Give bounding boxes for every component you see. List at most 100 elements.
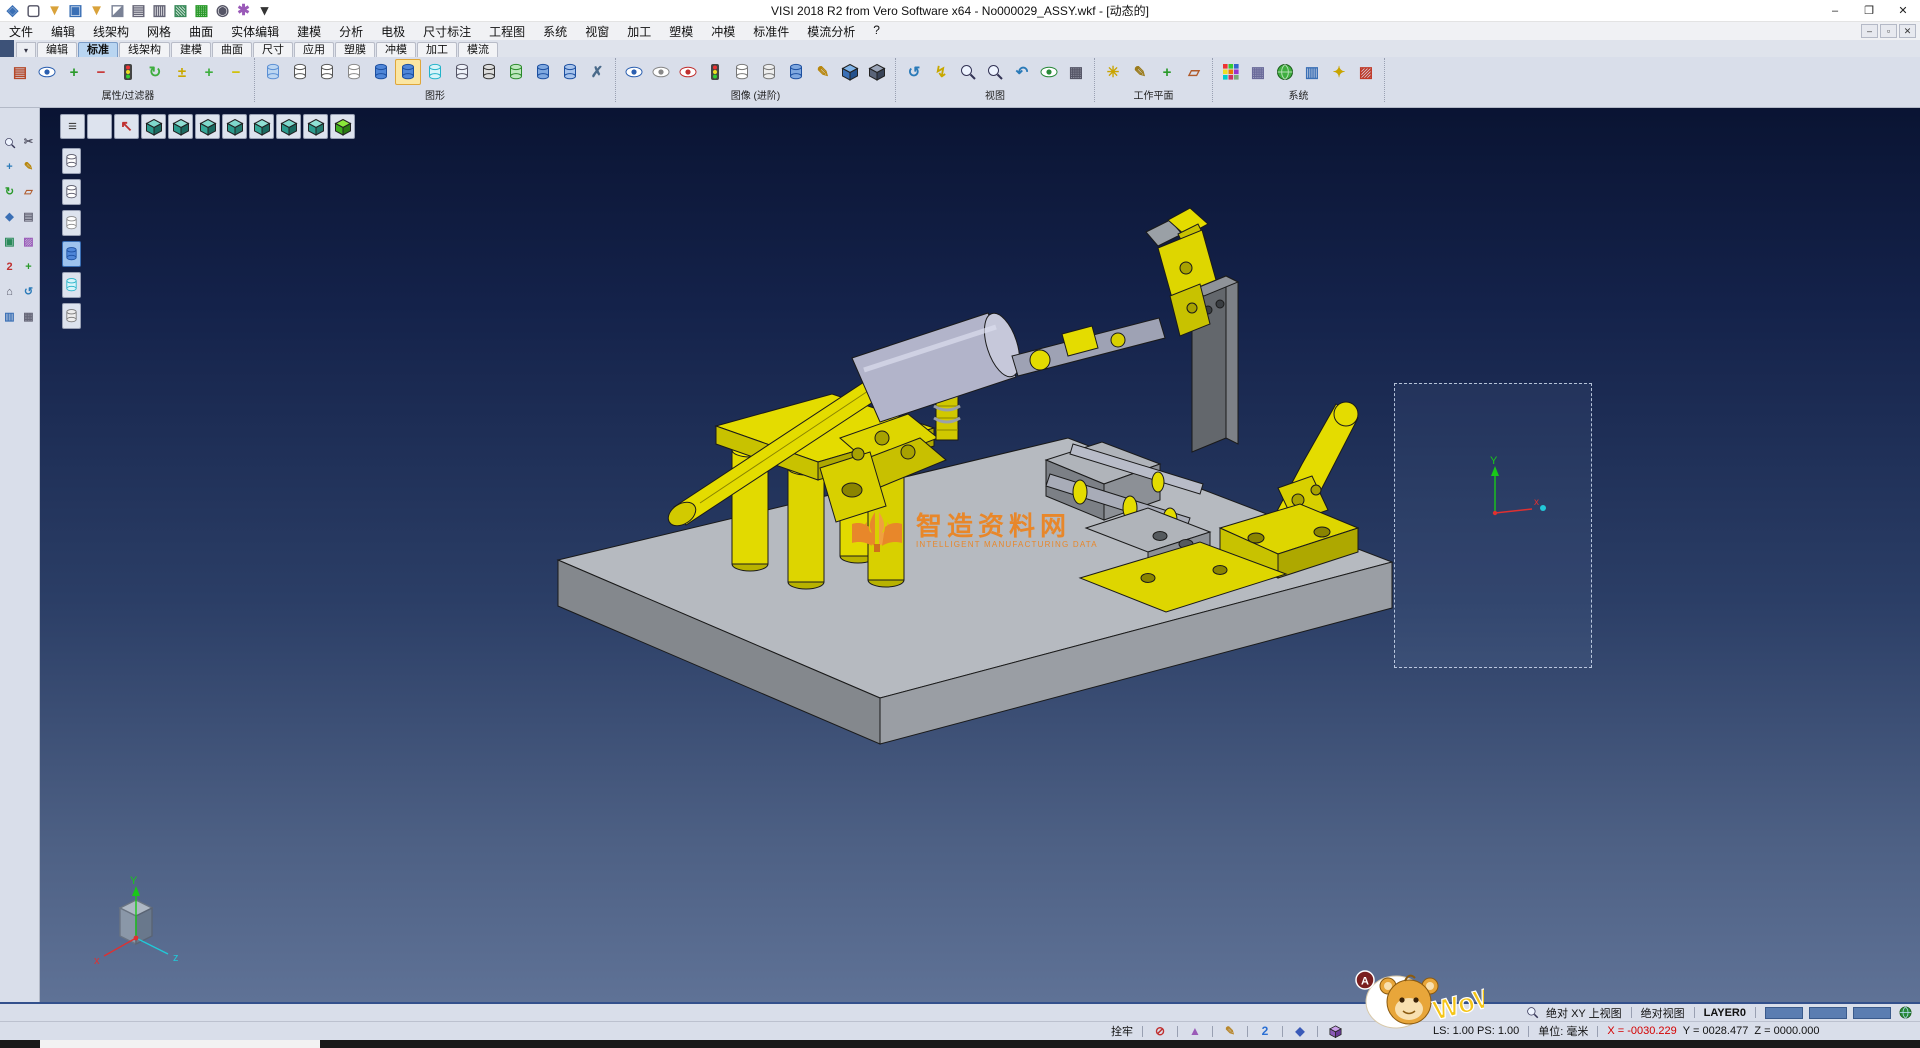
menu-item-7[interactable]: 分析 [330, 23, 372, 40]
arrow-cylinder-icon[interactable] [783, 59, 809, 85]
menu-item-9[interactable]: 尺寸标注 [414, 23, 480, 40]
menu-item-11[interactable]: 系统 [534, 23, 576, 40]
trim-icon[interactable]: ✂ [20, 134, 37, 151]
advanced-hide-icon[interactable] [648, 59, 674, 85]
rendered-view-icon[interactable] [260, 59, 286, 85]
pick-hand-icon[interactable]: ✦ [1326, 59, 1352, 85]
view-menu-icon[interactable]: ≡ [60, 114, 85, 139]
shaded-view-cube-icon[interactable] [330, 114, 355, 139]
match-properties-icon[interactable] [34, 59, 60, 85]
color-swatch-block[interactable] [1765, 1007, 1803, 1019]
ribbon-tab-2[interactable]: 线架构 [119, 42, 170, 57]
view-orientation-field[interactable]: 绝对 XY 上视图 [1543, 1005, 1625, 1021]
edit-image-icon[interactable]: ✎ [810, 59, 836, 85]
system-tools-icon[interactable] [1272, 59, 1298, 85]
line-style-block[interactable] [1809, 1007, 1847, 1019]
help-2-icon[interactable]: 2 [1254, 1023, 1276, 1039]
menu-item-3[interactable]: 网格 [138, 23, 180, 40]
layers-icon[interactable]: ▥ [1, 309, 18, 326]
mesh-icon[interactable]: ▨ [20, 234, 37, 251]
display-shaded-icon[interactable] [62, 241, 81, 267]
front-view-cube-icon[interactable] [195, 114, 220, 139]
ribbon-tab-0[interactable]: 编辑 [37, 42, 77, 57]
bottom-view-cube-icon[interactable] [303, 114, 328, 139]
wireframe-cylinder-icon[interactable] [287, 59, 313, 85]
hidden-line-cylinder-icon[interactable] [314, 59, 340, 85]
menu-item-1[interactable]: 编辑 [42, 23, 84, 40]
blank-view-icon[interactable] [87, 114, 112, 139]
ribbon-tab-5[interactable]: 尺寸 [253, 42, 293, 57]
shaded-cylinder-icon[interactable] [368, 59, 394, 85]
plane-icon[interactable]: ▱ [20, 184, 37, 201]
advanced-isolate-icon[interactable] [675, 59, 701, 85]
menu-item-8[interactable]: 电极 [372, 23, 414, 40]
globe-icon[interactable] [1894, 1005, 1916, 1021]
dark-cube-icon[interactable] [864, 59, 890, 85]
tab-dropdown-button[interactable]: ▾ [16, 42, 36, 57]
open-file-icon[interactable]: ▼ [45, 2, 64, 19]
chisel-tool-icon[interactable]: ✎ [1219, 1023, 1241, 1039]
right-view-cube-icon[interactable] [222, 114, 247, 139]
view-reference-field[interactable]: 绝对视图 [1638, 1005, 1688, 1021]
menu-item-10[interactable]: 工程图 [480, 23, 534, 40]
lock-mode-field[interactable]: 拴牢 [1108, 1023, 1136, 1039]
ribbon-tab-3[interactable]: 建模 [171, 42, 211, 57]
dashed-hidden-cylinder-icon[interactable] [341, 59, 367, 85]
menu-item-5[interactable]: 实体编辑 [222, 23, 288, 40]
undo-view-icon[interactable]: ↺ [20, 284, 37, 301]
ribbon-tab-1[interactable]: 标准 [78, 42, 118, 57]
compare-cylinder-icon[interactable] [530, 59, 556, 85]
workplane-origin-icon[interactable]: ✳ [1100, 59, 1126, 85]
refresh-filter-icon[interactable]: ↻ [142, 59, 168, 85]
advanced-traffic-icon[interactable] [702, 59, 728, 85]
ribbon-tab-8[interactable]: 冲模 [376, 42, 416, 57]
snap-disabled-icon[interactable]: ⊘ [1149, 1023, 1171, 1039]
color-palette-icon[interactable] [1218, 59, 1244, 85]
settings-icon[interactable]: ✱ [234, 2, 253, 19]
change-attributes-icon[interactable]: ▤ [7, 59, 33, 85]
solids-icon[interactable]: ◆ [1, 209, 18, 226]
traffic-light-filter-icon[interactable] [115, 59, 141, 85]
render-settings-icon[interactable]: ✗ [584, 59, 610, 85]
options-panel-icon[interactable]: ▥ [1299, 59, 1325, 85]
line-weight-block[interactable] [1853, 1007, 1891, 1019]
extrude-icon[interactable]: ▣ [1, 234, 18, 251]
mesh-cylinder-icon[interactable] [476, 59, 502, 85]
menu-item-13[interactable]: 加工 [618, 23, 660, 40]
advanced-show-icon[interactable] [621, 59, 647, 85]
calculator-icon[interactable]: ▦ [1245, 59, 1271, 85]
menu-item-18[interactable]: ? [864, 23, 889, 40]
new-file-icon[interactable]: ▢ [24, 2, 43, 19]
preview-icon[interactable]: ▧ [171, 2, 190, 19]
menu-item-12[interactable]: 视窗 [576, 23, 618, 40]
multi-viewport-icon[interactable]: ▦ [1063, 59, 1089, 85]
package-icon[interactable]: ◆ [1289, 1023, 1311, 1039]
rotate-icon[interactable]: ↻ [1, 184, 18, 201]
display-ghost-icon[interactable] [62, 303, 81, 329]
ghost-cylinder-icon[interactable] [729, 59, 755, 85]
sheet-icon[interactable]: ▤ [20, 209, 37, 226]
workplane-sketch-icon[interactable]: ✎ [1127, 59, 1153, 85]
copy-render-cylinder-icon[interactable] [557, 59, 583, 85]
filter-add-icon[interactable]: + [61, 59, 87, 85]
image-icon[interactable]: ▦ [192, 2, 211, 19]
previous-view-icon[interactable]: ↶ [1009, 59, 1035, 85]
ribbon-tab-9[interactable]: 加工 [417, 42, 457, 57]
select-pointer-icon[interactable]: ↖ [114, 114, 139, 139]
menu-item-2[interactable]: 线架构 [84, 23, 138, 40]
menu-item-17[interactable]: 模流分析 [798, 23, 864, 40]
workplane-grid-icon[interactable]: ▱ [1181, 59, 1207, 85]
section-cylinder-icon[interactable] [756, 59, 782, 85]
left-view-cube-icon[interactable] [249, 114, 274, 139]
child-restore-button[interactable]: ▫ [1880, 24, 1897, 38]
ribbon-tab-10[interactable]: 模流 [458, 42, 498, 57]
display-wireframe-icon[interactable] [62, 148, 81, 174]
zoom-select-icon[interactable] [1, 134, 18, 151]
plot-icon[interactable]: ▥ [150, 2, 169, 19]
ucs-cube-icon[interactable] [1324, 1023, 1346, 1039]
magic-wand-icon[interactable]: ▲ [1184, 1023, 1206, 1039]
dynamic-rotate-icon[interactable]: ↺ [901, 59, 927, 85]
maximize-button[interactable]: ❐ [1852, 0, 1886, 21]
ribbon-tab-6[interactable]: 应用 [294, 42, 334, 57]
top-view-cube-icon[interactable] [168, 114, 193, 139]
